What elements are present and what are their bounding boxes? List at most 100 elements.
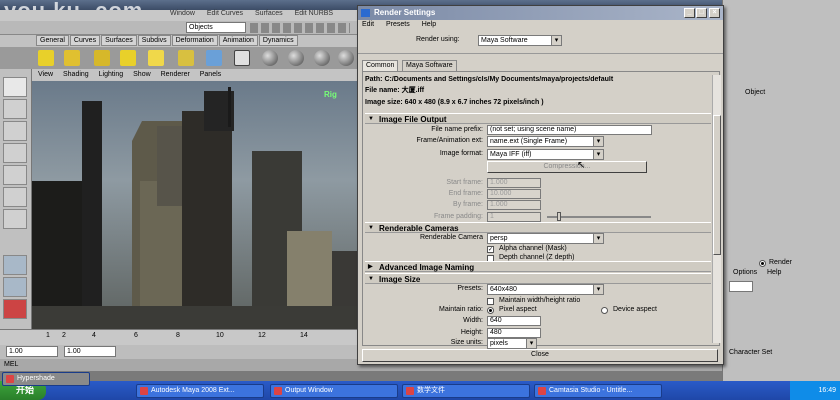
by-frame-input[interactable]: 1.000 [487, 200, 541, 210]
end-frame-input[interactable]: 10.000 [487, 189, 541, 199]
character-set-label: Character Set [729, 349, 773, 356]
device-aspect-label: Device aspect [613, 306, 657, 313]
menu-edit-curves[interactable]: Edit Curves [207, 10, 243, 17]
layout-icon[interactable] [3, 299, 27, 319]
task-camtasia[interactable]: Camtasia Studio - Untitle... [534, 384, 662, 398]
sphere-icon[interactable] [262, 50, 278, 66]
dialog-menu-presets[interactable]: Presets [386, 21, 410, 28]
close-icon[interactable]: × [709, 8, 720, 18]
rotate-tool-icon[interactable] [3, 165, 27, 185]
tick-14: 14 [300, 332, 308, 339]
time-slider[interactable]: 1 2 4 6 8 10 12 14 [0, 329, 360, 345]
device-aspect-radio[interactable] [601, 307, 608, 314]
shelf-tab-surfaces[interactable]: Surfaces [101, 35, 137, 46]
menu-edit-nurbs[interactable]: Edit NURBS [295, 10, 334, 17]
width-input[interactable]: 640 [487, 316, 541, 326]
section-renderable-cameras[interactable]: Renderable Cameras [365, 222, 711, 234]
panel-menu-view[interactable]: View [38, 71, 53, 78]
options-menu[interactable]: Options [733, 269, 757, 276]
range-start-field[interactable]: 1.00 [6, 346, 58, 357]
render-icon[interactable] [206, 50, 222, 66]
pixel-aspect-radio[interactable] [487, 307, 494, 314]
dialog-menubar: Edit Presets Help [358, 20, 723, 30]
shelf [0, 47, 360, 69]
light-icon[interactable] [38, 50, 54, 66]
shelf-tab-dynamics[interactable]: Dynamics [258, 35, 298, 46]
height-input[interactable]: 480 [487, 328, 541, 338]
frame-padding-slider-track[interactable] [547, 216, 651, 218]
scrollbar-thumb[interactable] [713, 115, 721, 255]
sphere-icon[interactable] [314, 50, 330, 66]
dialog-menu-help[interactable]: Help [422, 21, 436, 28]
pencil-icon[interactable] [234, 50, 250, 66]
frame-padding-slider-handle[interactable] [557, 212, 561, 221]
dialog-menu-edit[interactable]: Edit [362, 21, 374, 28]
move-tool-icon[interactable] [3, 143, 27, 163]
channel-box: Object Render Options Help Character Set [722, 0, 840, 381]
tab-maya-software[interactable]: Maya Software [402, 60, 457, 71]
shelf-tab-curves[interactable]: Curves [69, 35, 101, 46]
panel-menu-renderer[interactable]: Renderer [161, 71, 190, 78]
panel-menu-panels[interactable]: Panels [200, 71, 221, 78]
section-image-file-output[interactable]: Image File Output [365, 113, 711, 125]
vertical-scrollbar[interactable] [712, 75, 721, 343]
compression-button[interactable]: Compression... [487, 161, 647, 173]
frame-padding-input[interactable]: 1 [487, 212, 541, 222]
height-label: Height: [460, 329, 483, 336]
layout-icon[interactable] [3, 277, 27, 297]
maintain-wh-label: Maintain width/height ratio [499, 297, 581, 304]
section-advanced-image-naming[interactable]: Advanced Image Naming [365, 261, 711, 273]
close-button[interactable]: Close [362, 349, 718, 362]
light-icon[interactable] [148, 50, 164, 66]
section-image-size[interactable]: Image Size [365, 273, 711, 285]
renderable-camera-dropdown[interactable]: persp [487, 233, 604, 244]
sphere-icon[interactable] [288, 50, 304, 66]
size-units-dropdown[interactable]: pixels [487, 338, 537, 349]
objects-field[interactable]: Objects [186, 22, 246, 33]
task-output-window[interactable]: Output Window [270, 384, 398, 398]
light-icon[interactable] [64, 50, 80, 66]
menu-surfaces[interactable]: Surfaces [255, 10, 283, 17]
pixel-aspect-label: Pixel aspect [499, 306, 537, 313]
frame-ext-dropdown[interactable]: name.ext (Single Frame) [487, 136, 604, 147]
panel-menu-lighting[interactable]: Lighting [99, 71, 124, 78]
task-folder[interactable]: 数学文件 [402, 384, 530, 398]
range-inner-start-field[interactable]: 1.00 [64, 346, 116, 357]
maximize-icon[interactable]: □ [696, 8, 707, 18]
key-field[interactable] [729, 281, 753, 292]
render-radio[interactable] [759, 260, 766, 267]
light-icon[interactable] [120, 50, 136, 66]
shelf-tab-animation[interactable]: Animation [218, 35, 258, 46]
select-tool-icon[interactable] [3, 77, 27, 97]
panel-menu-shading[interactable]: Shading [63, 71, 89, 78]
render-using-dropdown[interactable]: Maya Software [478, 35, 562, 46]
sphere-icon[interactable] [338, 50, 354, 66]
shelf-tab-deformation[interactable]: Deformation [171, 35, 218, 46]
alpha-channel-checkbox[interactable]: ✓ [487, 246, 494, 253]
layout-icon[interactable] [3, 255, 27, 275]
dialog-title-bar: Render Settings _ □ × [358, 6, 723, 20]
file-prefix-input[interactable]: (not set; using scene name) [487, 125, 652, 135]
task-maya[interactable]: Autodesk Maya 2008 Ext... [136, 384, 264, 398]
presets-dropdown[interactable]: 640x480 [487, 284, 604, 295]
manipulator-icon[interactable] [3, 209, 27, 229]
start-frame-input[interactable]: 1.000 [487, 178, 541, 188]
light-icon[interactable] [178, 50, 194, 66]
perspective-viewport[interactable]: Rig [32, 81, 360, 329]
help-menu[interactable]: Help [767, 269, 781, 276]
shelf-tab-subdivs[interactable]: Subdivs [137, 35, 171, 46]
lasso-tool-icon[interactable] [3, 99, 27, 119]
image-format-dropdown[interactable]: Maya IFF (iff) [487, 149, 604, 160]
city-buildings [32, 87, 360, 329]
scale-tool-icon[interactable] [3, 187, 27, 207]
paint-tool-icon[interactable] [3, 121, 27, 141]
light-icon[interactable] [94, 50, 110, 66]
shelf-tab-general[interactable]: General [36, 35, 69, 46]
mel-label: MEL [4, 361, 19, 368]
minimize-icon[interactable]: _ [684, 8, 695, 18]
tab-common[interactable]: Common [362, 60, 399, 71]
panel-menu-show[interactable]: Show [133, 71, 151, 78]
maintain-wh-checkbox[interactable] [487, 298, 494, 305]
menu-window[interactable]: Window [170, 10, 195, 17]
task-hypershade[interactable]: Hypershade [2, 372, 90, 386]
